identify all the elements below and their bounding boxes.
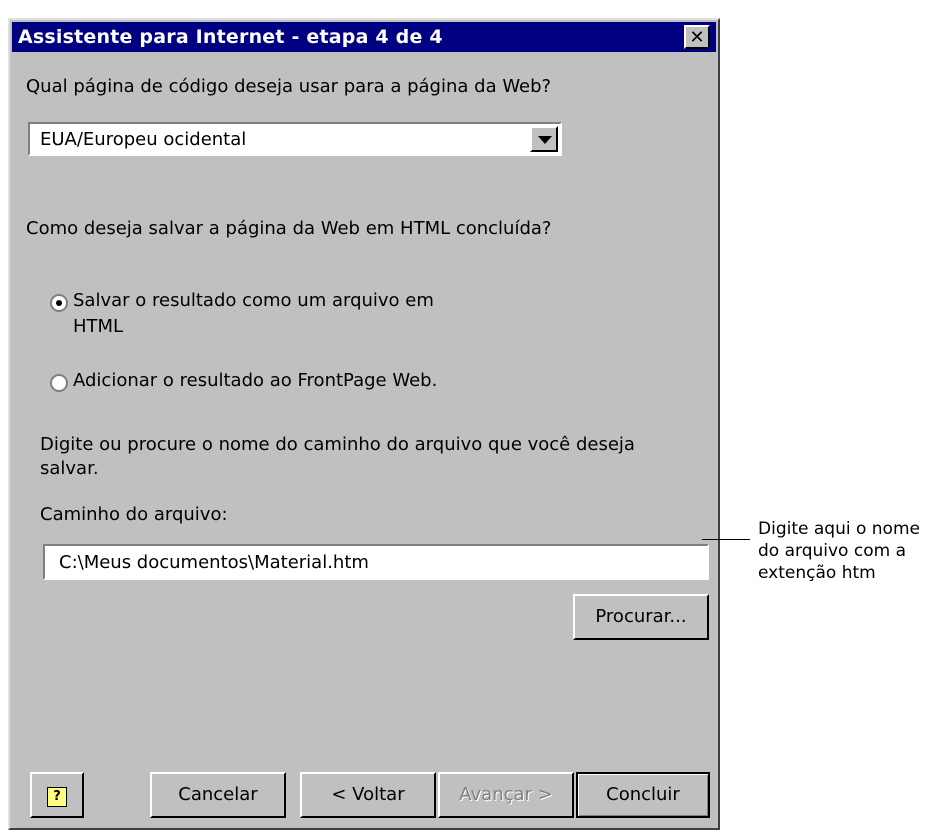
file-path-value: C:\Meus documentos\Material.htm <box>59 552 369 573</box>
next-button[interactable]: Avançar > <box>438 772 574 818</box>
codepage-selected-value: EUA/Europeu ocidental <box>40 129 247 150</box>
save-question: Como deseja salvar a página da Web em HT… <box>26 218 552 239</box>
callout-line-2: do arquivo com a <box>758 541 906 561</box>
path-instruction-line2: salvar. <box>40 458 99 479</box>
radio-save-html[interactable] <box>50 294 68 312</box>
path-label: Caminho do arquivo: <box>40 504 228 525</box>
callout-leader-line <box>702 539 750 540</box>
back-button[interactable]: < Voltar <box>300 772 436 818</box>
finish-button[interactable]: Concluir <box>576 772 710 818</box>
path-instruction-line1: Digite ou procure o nome do caminho do a… <box>40 434 635 455</box>
codepage-question: Qual página de código deseja usar para a… <box>26 76 552 97</box>
help-icon: ? <box>47 787 67 807</box>
callout-line-3: extenção htm <box>758 563 876 583</box>
radio-add-frontpage[interactable] <box>50 374 68 392</box>
title-bar[interactable]: Assistente para Internet - etapa 4 de 4 … <box>12 22 716 52</box>
cancel-button[interactable]: Cancelar <box>150 772 286 818</box>
callout-line-1: Digite aqui o nome <box>758 519 920 539</box>
callout-annotation: Digite aqui o nome do arquivo com a exte… <box>758 518 920 584</box>
option-save-html-line1[interactable]: Salvar o resultado como um arquivo em <box>73 290 434 311</box>
option-add-frontpage-label[interactable]: Adicionar o resultado ao FrontPage Web. <box>73 370 437 391</box>
wizard-dialog: Assistente para Internet - etapa 4 de 4 … <box>8 18 720 830</box>
window-title: Assistente para Internet - etapa 4 de 4 <box>18 26 443 48</box>
chevron-down-icon[interactable] <box>530 126 558 152</box>
codepage-dropdown[interactable]: EUA/Europeu ocidental <box>28 122 562 156</box>
help-button[interactable]: ? <box>30 772 84 818</box>
close-button[interactable]: ✕ <box>684 25 710 49</box>
option-save-html-line2[interactable]: HTML <box>73 316 123 337</box>
browse-button[interactable]: Procurar... <box>573 594 709 640</box>
file-path-field[interactable]: C:\Meus documentos\Material.htm <box>43 544 709 580</box>
